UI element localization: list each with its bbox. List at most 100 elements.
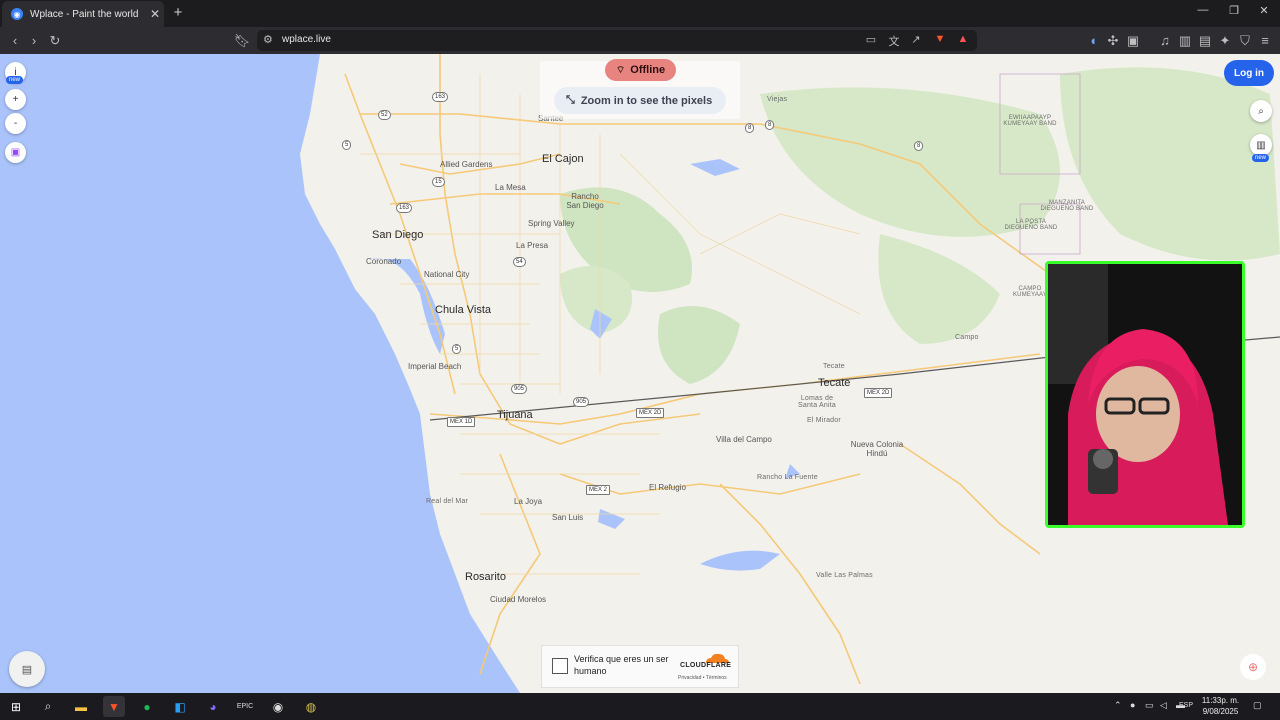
map-label-ewiiaapaayp: EWIIAAPAAYP KUMEYAAY BAND (1003, 115, 1057, 127)
shield-905-b: 905 (573, 397, 590, 407)
app-2-icon[interactable]: ◍ (300, 696, 322, 717)
tab-close-icon[interactable]: ✕ (146, 7, 164, 21)
epic-games-icon[interactable]: EPIC (234, 696, 256, 717)
screenshot-icon[interactable]: ▣ (1124, 32, 1142, 50)
tab-wplace[interactable]: ◉ Wplace - Paint the world ✕ (2, 1, 164, 27)
map-label-valle-las-palmas: Valle Las Palmas (816, 572, 873, 579)
map-label-el-cajon: El Cajon (542, 153, 584, 165)
discord-icon[interactable]: ◕ (202, 696, 224, 717)
media-icon[interactable]: ♫ (1156, 32, 1174, 50)
translate-icon[interactable]: 文 (886, 33, 902, 49)
restore-button[interactable]: ❐ (1219, 4, 1249, 17)
leo-ai-icon[interactable]: ✦ (1216, 32, 1234, 50)
map-label-spring-valley: Spring Valley (528, 219, 575, 228)
shield-52: 52 (378, 110, 391, 120)
address-bar[interactable]: ⚙ wplace.live ▭ 文 ↗ ▼ ▲ (257, 30, 977, 51)
wplace-favicon-icon: ◉ (11, 8, 23, 20)
offline-badge: ⌔ Offline (605, 59, 676, 81)
map-label-campo: Campo (955, 334, 979, 341)
new-tab-button[interactable]: + (170, 4, 186, 21)
start-icon[interactable]: ⊞ (5, 696, 27, 717)
leaderboard-button[interactable]: ▥ (1250, 134, 1272, 156)
crosshair-icon: ⊕ (1247, 660, 1259, 674)
wallet-icon[interactable]: ▤ (1196, 32, 1214, 50)
mic-icon[interactable]: ● (1130, 700, 1135, 710)
network-icon[interactable]: ▭ (1145, 700, 1154, 711)
vpn-icon[interactable]: ⛉ (1236, 32, 1254, 50)
map-label-tecate-small: Tecate (823, 363, 845, 370)
language-indicator[interactable]: ESP (1179, 702, 1193, 709)
sidebar-icon[interactable]: ▥ (1176, 32, 1194, 50)
search-icon: ⌕ (1258, 105, 1264, 117)
minimize-button[interactable]: — (1188, 4, 1218, 16)
locate-button[interactable]: ⊕ (1240, 654, 1266, 680)
terms-link[interactable]: Términos (706, 675, 727, 681)
close-window-button[interactable]: ✕ (1249, 4, 1279, 17)
info-new-badge: new (6, 76, 24, 84)
share-icon[interactable]: ↗ (908, 33, 924, 46)
clock-date: 9/08/2025 (1202, 707, 1239, 716)
map-label-san-luis: San Luis (552, 513, 584, 522)
map-label-real-del-mar: Real del Mar (426, 498, 469, 505)
shield-905: 905 (511, 384, 528, 394)
clock[interactable]: 11:33p. m. 9/08/2025 (1198, 695, 1243, 717)
plus-icon: + (12, 94, 19, 105)
shield-mex-2d: MEX 2D (636, 408, 665, 418)
audio-icon[interactable]: ◖ (1084, 32, 1102, 50)
twitch-icon: ▣ (10, 147, 21, 158)
map-label-coronado: Coronado (366, 257, 402, 266)
map-label-la-posta: LA POSTA DIEGUEÑO BAND (1004, 219, 1058, 231)
url-text[interactable]: wplace.live (282, 34, 331, 45)
obs-icon[interactable]: ◉ (267, 696, 289, 717)
extensions-icon[interactable]: ✣ (1104, 32, 1122, 50)
file-explorer-icon[interactable]: ▬ (70, 696, 92, 717)
shield-54: 54 (513, 257, 526, 267)
shield-mex-2: MEX 2 (586, 485, 611, 495)
browser-tab-bar: ◉ Wplace - Paint the world ✕ + — ❐ ✕ (0, 0, 1280, 27)
back-icon[interactable]: ‹ (6, 32, 24, 50)
spotify-icon[interactable]: ● (136, 696, 158, 717)
search-taskbar-icon[interactable]: ⌕ (37, 696, 59, 717)
app-icon[interactable]: ◧ (169, 696, 191, 717)
map-label-villa-del-campo: Villa del Campo (716, 435, 772, 444)
notifications-icon[interactable]: ▢ (1253, 700, 1262, 711)
leaderboard-new-badge: new (1252, 154, 1270, 162)
map-label-san-diego: San Diego (372, 229, 424, 241)
map-label-imperial-beach: Imperial Beach (408, 362, 462, 371)
zoom-in-button[interactable]: + (5, 89, 26, 110)
webcam-overlay (1045, 261, 1245, 528)
map-label-ciudad-morelos: Ciudad Morelos (490, 595, 547, 604)
map-label-manzanita: MANZANITA DIEGUEÑO BAND (1040, 200, 1094, 212)
twitch-button[interactable]: ▣ (5, 142, 26, 163)
tab-title: Wplace - Paint the world (30, 8, 139, 20)
map-page[interactable]: San Diego El Cajon Chula Vista Tijuana T… (0, 54, 1280, 693)
cast-icon[interactable]: ▭ (863, 33, 879, 46)
zoom-hint: ⤡ Zoom in to see the pixels (554, 87, 726, 114)
cloudflare-widget: Verifica que eres un ser humano CLOUDFLA… (541, 645, 739, 688)
map-label-chula-vista: Chula Vista (435, 304, 492, 316)
offline-label: Offline (630, 64, 666, 76)
menu-icon[interactable]: ≡ (1256, 32, 1274, 50)
search-location-button[interactable]: ⌕ (1250, 100, 1272, 122)
captcha-checkbox[interactable] (552, 658, 568, 674)
map-label-la-presa: La Presa (516, 241, 549, 250)
cloudflare-brand: CLOUDFLARE (680, 662, 732, 669)
map-label-rosarito: Rosarito (465, 571, 506, 583)
layers-icon: ▤ (21, 663, 33, 676)
tray-expand-icon[interactable]: ⌃ (1114, 700, 1122, 711)
reload-icon[interactable]: ↻ (46, 32, 64, 50)
bookmark-icon[interactable]: 🔖︎ (233, 32, 251, 50)
pixel-info-button[interactable]: ▤ (9, 651, 45, 687)
brave-rewards-icon[interactable]: ▲ (955, 33, 971, 45)
forward-icon[interactable]: › (25, 32, 43, 50)
zoom-out-button[interactable]: - (5, 113, 26, 134)
login-button[interactable]: Log in (1224, 60, 1274, 86)
clock-time: 11:33p. m. (1201, 696, 1240, 705)
brave-browser-icon[interactable]: ▼ (103, 696, 125, 717)
brave-shield-icon[interactable]: ▼ (932, 33, 948, 45)
privacy-link[interactable]: Privacidad (678, 675, 701, 681)
volume-icon[interactable]: ◁ (1160, 700, 1167, 711)
map-label-viejas: Viejas (767, 96, 788, 103)
site-info-icon[interactable]: ⚙ (263, 33, 273, 46)
zoom-hint-text: Zoom in to see the pixels (580, 94, 713, 107)
